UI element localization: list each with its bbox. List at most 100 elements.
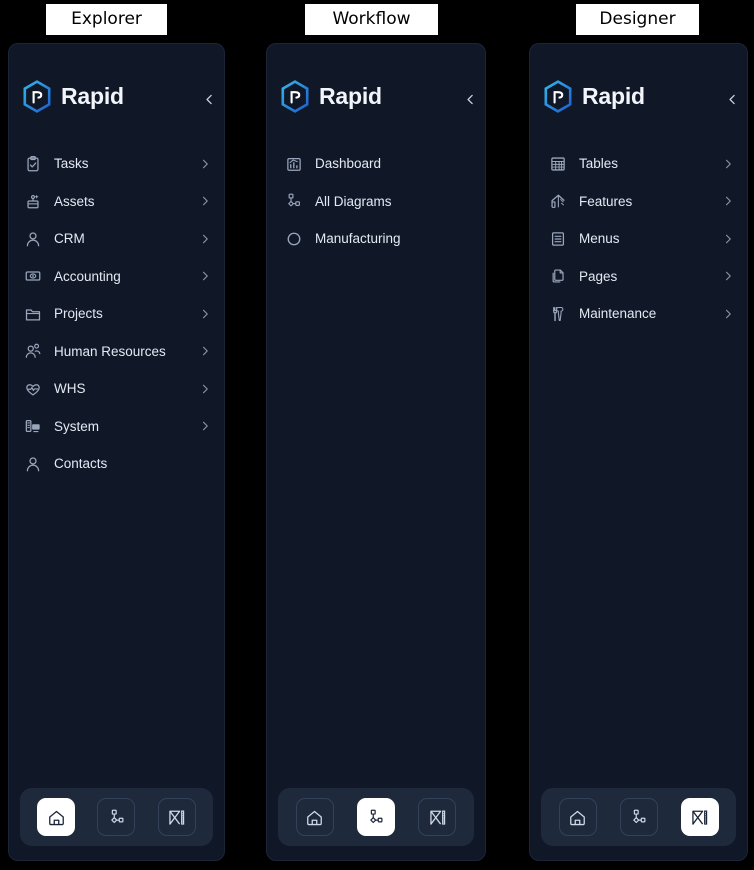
nav-item-label: Assets xyxy=(54,193,95,209)
chevron-right-icon xyxy=(198,157,212,171)
collapse-sidebar-chevron-left-icon[interactable] xyxy=(723,90,741,108)
nav-item-all-diagrams[interactable]: All Diagrams xyxy=(267,183,485,221)
nav-item-system[interactable]: System xyxy=(9,408,224,446)
factory-icon xyxy=(548,192,567,211)
dock-designer-button[interactable] xyxy=(680,798,719,836)
drafting-icon xyxy=(428,808,447,827)
users-icon xyxy=(23,342,42,361)
brand: Rapid xyxy=(530,44,747,122)
nav-item-label: System xyxy=(54,418,100,434)
chevron-right-icon xyxy=(198,307,212,321)
chevron-right-icon xyxy=(198,382,212,396)
nav-item-label: Pages xyxy=(579,268,618,284)
collapse-sidebar-chevron-left-icon[interactable] xyxy=(200,90,218,108)
sidebar-panel-workflow: Rapid Dashboard All Diagrams Manufacturi… xyxy=(266,43,486,861)
diagram-icon xyxy=(366,808,385,827)
diagram-icon xyxy=(284,192,303,211)
rapid-hexagon-logo-icon xyxy=(22,79,52,113)
nav-item-label: Menus xyxy=(579,231,620,247)
dock-diagram-button[interactable] xyxy=(97,798,136,836)
nav-item-human-resources[interactable]: Human Resources xyxy=(9,333,224,371)
nav-item-label: Contacts xyxy=(54,456,108,472)
home-icon xyxy=(305,808,324,827)
clipboard-check-icon xyxy=(23,154,42,173)
dock-home-button[interactable] xyxy=(37,798,76,836)
user-icon xyxy=(23,454,42,473)
dock-diagram-button[interactable] xyxy=(619,798,658,836)
caption-workflow: Workflow xyxy=(305,4,438,35)
caption-designer: Designer xyxy=(576,4,699,35)
chevron-right-icon xyxy=(721,269,735,283)
brand-name: Rapid xyxy=(582,82,645,109)
brand-name: Rapid xyxy=(319,82,382,109)
diagram-icon xyxy=(629,808,648,827)
folder-icon xyxy=(23,304,42,323)
drafting-icon xyxy=(690,808,709,827)
nav-list-workflow: Dashboard All Diagrams Manufacturing xyxy=(267,122,485,788)
nav-list-explorer: Tasks Assets CRM Accounting Projects Hum… xyxy=(9,122,224,788)
chevron-right-icon xyxy=(721,157,735,171)
chevron-right-icon xyxy=(198,419,212,433)
collapse-sidebar-chevron-left-icon[interactable] xyxy=(461,90,479,108)
nav-item-features[interactable]: Features xyxy=(530,183,747,221)
chevron-right-icon xyxy=(721,232,735,246)
nav-item-label: Dashboard xyxy=(315,156,382,172)
nav-item-whs[interactable]: WHS xyxy=(9,370,224,408)
circle-icon xyxy=(284,229,303,248)
nav-item-manufacturing[interactable]: Manufacturing xyxy=(267,220,485,258)
nav-item-tables[interactable]: Tables xyxy=(530,145,747,183)
rapid-hexagon-logo-icon xyxy=(543,79,573,113)
banknote-eye-icon xyxy=(23,267,42,286)
dock-designer xyxy=(530,788,747,860)
nav-item-menus[interactable]: Menus xyxy=(530,220,747,258)
heart-pulse-icon xyxy=(23,379,42,398)
nav-item-label: CRM xyxy=(54,231,85,247)
home-icon xyxy=(47,808,66,827)
chevron-right-icon xyxy=(198,194,212,208)
tools-icon xyxy=(548,304,567,323)
nav-item-maintenance[interactable]: Maintenance xyxy=(530,295,747,333)
dock-home-button[interactable] xyxy=(558,798,597,836)
screen: Explorer Workflow Designer Rapid Tasks A… xyxy=(0,0,754,870)
nav-item-contacts[interactable]: Contacts xyxy=(9,445,224,483)
diagram-icon xyxy=(107,808,126,827)
chevron-right-icon xyxy=(198,344,212,358)
nav-item-crm[interactable]: CRM xyxy=(9,220,224,258)
nav-item-label: Manufacturing xyxy=(315,231,401,247)
nav-item-pages[interactable]: Pages xyxy=(530,258,747,296)
nav-item-dashboard[interactable]: Dashboard xyxy=(267,145,485,183)
nav-item-accounting[interactable]: Accounting xyxy=(9,258,224,296)
nav-list-designer: Tables Features Menus Pages Maintenance xyxy=(530,122,747,788)
sidebar-panel-designer: Rapid Tables Features Menus Pages Mainte… xyxy=(529,43,748,861)
brand: Rapid xyxy=(267,44,485,122)
table-grid-icon xyxy=(548,154,567,173)
dock-workflow xyxy=(267,788,485,860)
brand: Rapid xyxy=(9,44,224,122)
dock-home-button[interactable] xyxy=(295,798,334,836)
list-doc-icon xyxy=(548,229,567,248)
nav-item-label: Features xyxy=(579,193,633,209)
nav-item-assets[interactable]: Assets xyxy=(9,183,224,221)
chevron-right-icon xyxy=(721,307,735,321)
brand-name: Rapid xyxy=(61,82,124,109)
user-icon xyxy=(23,229,42,248)
dock-designer-button[interactable] xyxy=(157,798,196,836)
sidebar-panel-explorer: Rapid Tasks Assets CRM Accounting Projec… xyxy=(8,43,225,861)
nav-item-label: Projects xyxy=(54,306,103,322)
nav-item-label: All Diagrams xyxy=(315,193,392,209)
chevron-right-icon xyxy=(198,269,212,283)
caption-explorer: Explorer xyxy=(46,4,167,35)
nav-item-label: Human Resources xyxy=(54,343,166,359)
bar-chart-icon xyxy=(284,154,303,173)
dock-designer-button[interactable] xyxy=(418,798,457,836)
nav-item-tasks[interactable]: Tasks xyxy=(9,145,224,183)
dock-diagram-button[interactable] xyxy=(356,798,395,836)
server-desktop-icon xyxy=(23,417,42,436)
nav-item-label: Tasks xyxy=(54,156,89,172)
copy-pages-icon xyxy=(548,267,567,286)
rapid-hexagon-logo-icon xyxy=(280,79,310,113)
nav-item-projects[interactable]: Projects xyxy=(9,295,224,333)
assets-box-icon xyxy=(23,192,42,211)
chevron-right-icon xyxy=(721,194,735,208)
dock-explorer xyxy=(9,788,224,860)
